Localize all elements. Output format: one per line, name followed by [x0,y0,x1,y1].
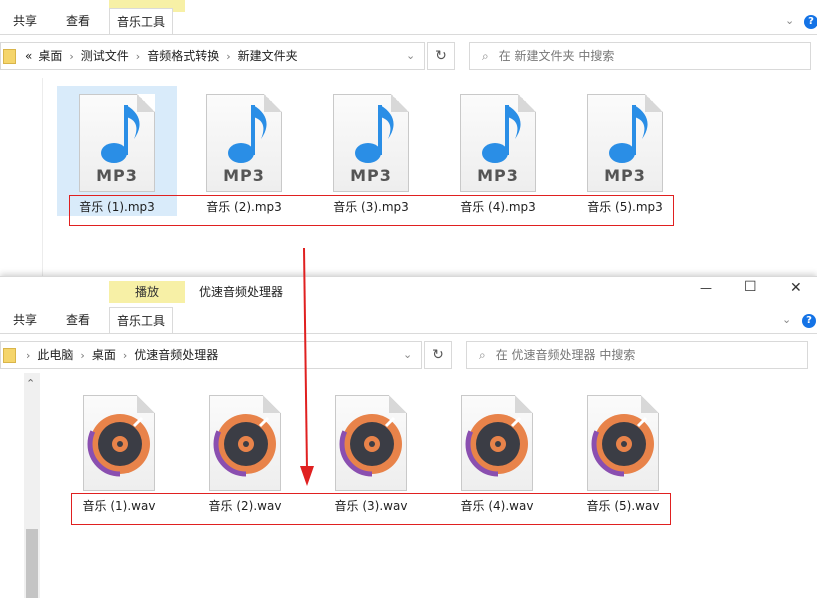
search-placeholder: 在 新建文件夹 中搜索 [498,49,615,63]
address-bar[interactable]: › 此电脑 › 桌面 › 优速音频处理器 ⌄ [0,341,422,369]
maximize-button[interactable]: ☐ [744,279,757,295]
search-placeholder: 在 优速音频处理器 中搜索 [495,348,636,362]
explorer-window-top: 共享 查看 音乐工具 ⌄ ? «桌面 › 测试文件 › 音频格式转换 › 新建文件夹 ⌄ ↻… [0,0,817,276]
tab-view[interactable]: 查看 [59,8,97,34]
breadcrumb-separator-icon[interactable]: › [65,44,77,70]
mp3-file-icon: MP3 [333,94,409,192]
context-tab-play[interactable]: 播放 [109,281,185,303]
ribbon-divider [0,333,817,334]
wav-file-icon [83,395,155,491]
tab-music-tools[interactable]: 音乐工具 [109,307,174,334]
tab-share[interactable]: 共享 [6,8,44,34]
breadcrumb: › 此电脑 › 桌面 › 优速音频处理器 [1,342,221,368]
breadcrumb-this-pc[interactable]: 此电脑 [34,342,76,368]
ribbon-collapse-icon[interactable]: ⌄ [782,313,791,326]
tab-share[interactable]: 共享 [6,307,44,333]
annotation-box-mp3 [69,195,674,226]
explorer-window-bottom: 播放 优速音频处理器 — ☐ ✕ 共享 查看 音乐工具 ⌄ ? › 此电脑 › 桌面 ›… [0,276,817,598]
address-history-icon[interactable]: ⌄ [406,49,415,62]
tab-view[interactable]: 查看 [59,307,97,333]
help-icon[interactable]: ? [804,15,817,29]
breadcrumb-overflow[interactable]: « [22,43,35,69]
wav-file-icon [587,395,659,491]
search-icon: ⌕ [479,348,486,362]
tab-music-tools[interactable]: 音乐工具 [109,8,174,35]
breadcrumb-separator-icon[interactable]: › [222,44,234,70]
address-bar[interactable]: «桌面 › 测试文件 › 音频格式转换 › 新建文件夹 ⌄ [0,42,425,70]
mp3-file-icon: MP3 [587,94,663,192]
wav-file-icon [209,395,281,491]
refresh-button[interactable]: ↻ [427,42,455,70]
search-icon: ⌕ [482,49,489,63]
breadcrumb-app-folder[interactable]: 优速音频处理器 [131,342,221,368]
nav-pane-scrollbar[interactable]: ⌃ [24,373,40,598]
annotation-arrow [300,248,314,486]
folder-icon [3,49,16,64]
refresh-icon: ↻ [435,48,447,64]
breadcrumb-desktop[interactable]: 桌面 [35,43,65,69]
breadcrumb-separator-icon[interactable]: › [76,343,88,369]
ribbon-collapse-icon[interactable]: ⌄ [785,14,794,27]
search-input[interactable]: ⌕ 在 新建文件夹 中搜索 [469,42,811,70]
wav-file-icon [461,395,533,491]
minimize-button[interactable]: — [700,281,712,295]
address-history-icon[interactable]: ⌄ [403,348,412,361]
folder-icon [3,348,16,363]
breadcrumb-new-folder[interactable]: 新建文件夹 [235,43,301,69]
refresh-icon: ↻ [432,347,444,363]
scroll-up-icon[interactable]: ⌃ [26,377,35,390]
ribbon-divider [0,34,817,35]
scrollbar-thumb[interactable] [26,529,38,598]
wav-file-icon [335,395,407,491]
mp3-icon-label: MP3 [223,166,265,185]
mp3-file-icon: MP3 [206,94,282,192]
nav-pane-divider [42,78,43,276]
search-input[interactable]: ⌕ 在 优速音频处理器 中搜索 [466,341,808,369]
help-icon[interactable]: ? [802,314,816,328]
refresh-button[interactable]: ↻ [424,341,452,369]
breadcrumb-separator-icon[interactable]: › [22,343,34,369]
annotation-box-wav [71,493,671,525]
window-title: 优速音频处理器 [199,285,284,299]
mp3-icon-label: MP3 [96,166,138,185]
arrow-head [300,466,314,486]
mp3-icon-label: MP3 [604,166,646,185]
breadcrumb-desktop[interactable]: 桌面 [89,342,119,368]
breadcrumb-test-files[interactable]: 测试文件 [78,43,132,69]
mp3-icon-label: MP3 [350,166,392,185]
mp3-file-icon: MP3 [460,94,536,192]
breadcrumb-separator-icon[interactable]: › [132,44,144,70]
mp3-icon-label: MP3 [477,166,519,185]
mp3-file-icon: MP3 [79,94,155,192]
breadcrumb: «桌面 › 测试文件 › 音频格式转换 › 新建文件夹 [1,43,301,69]
arrow-shaft [303,248,308,471]
close-button[interactable]: ✕ [790,280,802,296]
breadcrumb-separator-icon[interactable]: › [119,343,131,369]
breadcrumb-audio-convert[interactable]: 音频格式转换 [144,43,222,69]
